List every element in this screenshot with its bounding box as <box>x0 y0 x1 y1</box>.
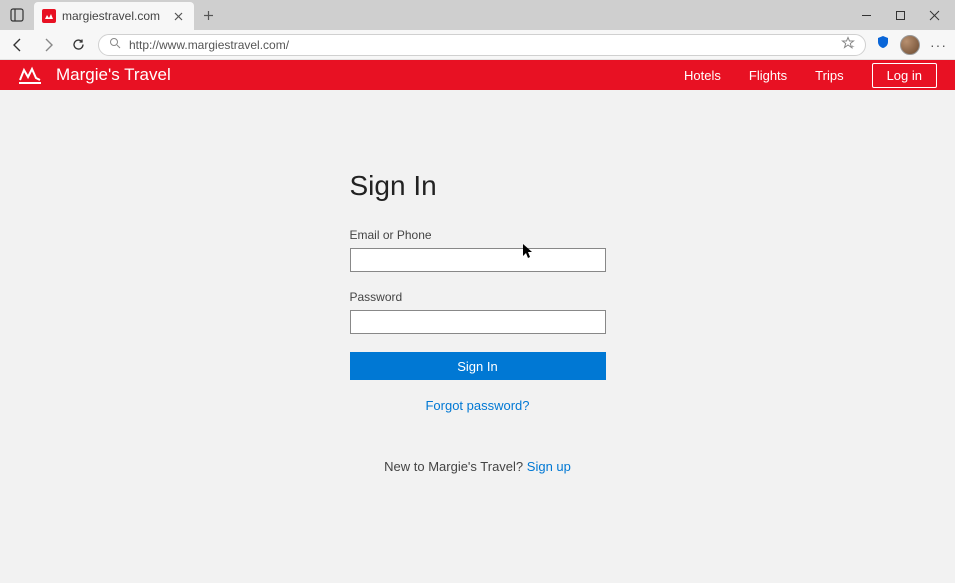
browser-tab[interactable]: margiestravel.com <box>34 2 194 30</box>
new-tab-button[interactable] <box>194 1 222 29</box>
close-window-button[interactable] <box>927 8 941 22</box>
more-button[interactable]: ··· <box>930 37 947 53</box>
form-title: Sign In <box>350 170 606 202</box>
site-nav: Hotels Flights Trips Log in <box>684 63 937 88</box>
window-controls <box>859 0 949 30</box>
nav-trips[interactable]: Trips <box>815 68 843 83</box>
window-titlebar: margiestravel.com <box>0 0 955 30</box>
back-button[interactable] <box>8 35 28 55</box>
login-button[interactable]: Log in <box>872 63 937 88</box>
favorite-icon[interactable]: + <box>841 36 855 53</box>
password-label: Password <box>350 290 606 304</box>
toolbar-extensions: ··· <box>876 35 947 55</box>
nav-hotels[interactable]: Hotels <box>684 68 721 83</box>
signin-button[interactable]: Sign In <box>350 352 606 380</box>
site-logo[interactable]: Margie's Travel <box>18 65 171 85</box>
profile-avatar[interactable] <box>900 35 920 55</box>
search-icon <box>109 37 121 52</box>
site-header: Margie's Travel Hotels Flights Trips Log… <box>0 60 955 90</box>
site-title: Margie's Travel <box>56 65 171 85</box>
password-field[interactable] <box>350 310 606 334</box>
nav-flights[interactable]: Flights <box>749 68 787 83</box>
shield-icon[interactable] <box>876 35 890 54</box>
signin-form: Sign In Email or Phone Password Sign In … <box>350 170 606 474</box>
main-content: Sign In Email or Phone Password Sign In … <box>0 90 955 474</box>
tab-strip: margiestravel.com <box>0 0 222 30</box>
logo-icon <box>18 65 42 85</box>
tab-actions-button[interactable] <box>6 4 28 26</box>
tab-title: margiestravel.com <box>62 9 164 23</box>
forgot-password-link[interactable]: Forgot password? <box>350 398 606 413</box>
email-label: Email or Phone <box>350 228 606 242</box>
tab-favicon <box>42 9 56 23</box>
signup-prompt-text: New to Margie's Travel? <box>384 459 527 474</box>
url-actions: + <box>841 36 855 53</box>
signup-link[interactable]: Sign up <box>527 459 571 474</box>
address-bar: + ··· <box>0 30 955 60</box>
email-field[interactable] <box>350 248 606 272</box>
minimize-button[interactable] <box>859 8 873 22</box>
close-tab-button[interactable] <box>170 8 186 24</box>
refresh-button[interactable] <box>68 35 88 55</box>
url-field[interactable]: + <box>98 34 866 56</box>
forward-button[interactable] <box>38 35 58 55</box>
url-input[interactable] <box>129 38 833 52</box>
svg-text:+: + <box>851 45 855 50</box>
signup-prompt: New to Margie's Travel? Sign up <box>350 459 606 474</box>
maximize-button[interactable] <box>893 8 907 22</box>
